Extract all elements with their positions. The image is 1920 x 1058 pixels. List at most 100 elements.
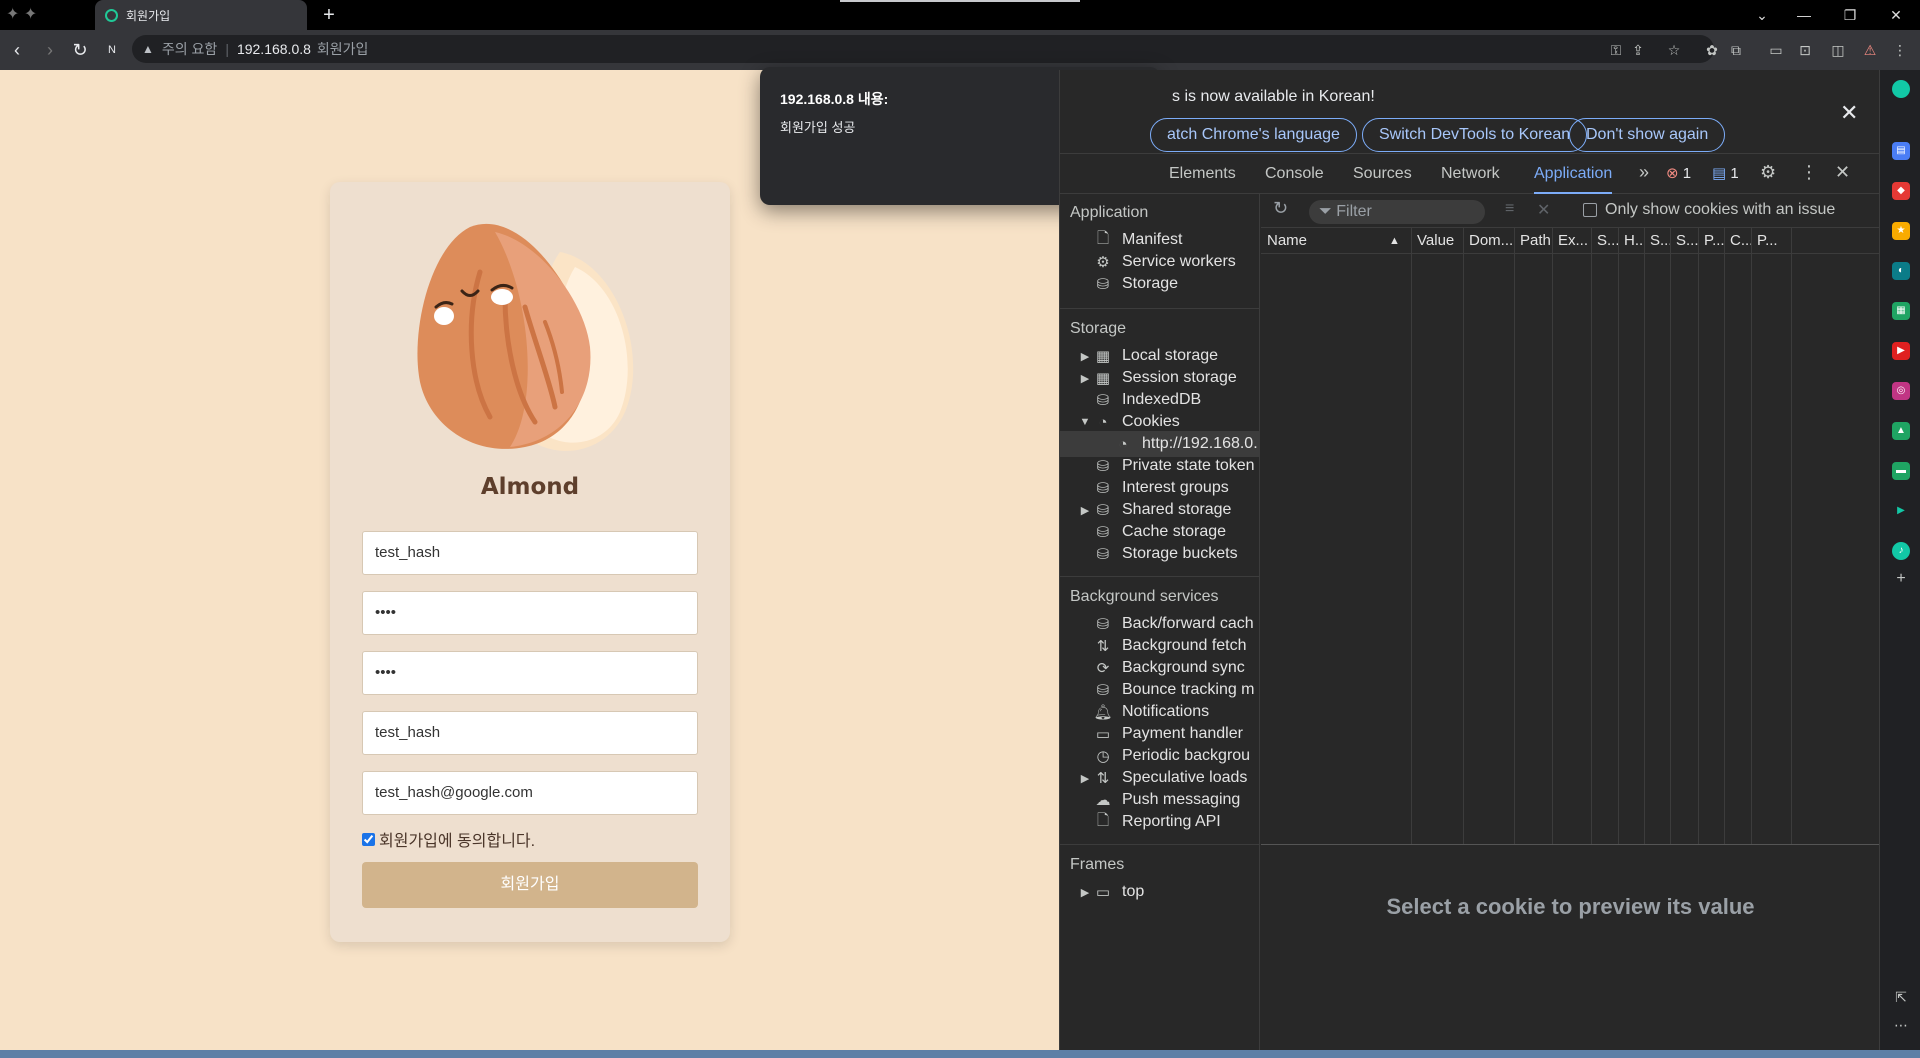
agree-row[interactable]: 회원가입에 동의합니다. [362,827,535,851]
screenshot-icon[interactable]: ⊡ [1795,40,1815,60]
column-httponly[interactable]: H.. [1618,228,1644,254]
storage-heading: Storage [1070,320,1127,337]
signup-button[interactable]: 회원가입 [362,862,698,908]
sidebar-item-frame-top[interactable]: ▶ ▭ top [1060,879,1259,905]
column-cross-site[interactable]: C... [1724,228,1751,254]
dont-show-button[interactable]: Don't show again [1569,118,1726,152]
assistant-icon[interactable] [1892,80,1910,98]
nickname-input[interactable]: test_hash [362,711,698,755]
chat-app-icon[interactable]: ▦ [1892,302,1910,320]
password-confirm-input[interactable]: •••• [362,651,698,695]
youtube-icon[interactable]: ▶ [1892,342,1910,360]
agree-checkbox[interactable] [362,832,375,846]
reader-icon[interactable]: N [100,38,124,62]
column-path[interactable]: Path [1514,228,1552,254]
sidebar-item-reporting-api[interactable]: 🗋 Reporting API [1060,809,1259,835]
external-link-icon[interactable]: ⇱ [1892,988,1910,1006]
message-badge[interactable]: ▤ 1 [1712,164,1739,182]
username-input[interactable]: test_hash [362,531,698,575]
sidebar-item-storage[interactable]: ⛁ Storage [1060,271,1259,297]
media-icon[interactable]: ▭ [1766,40,1786,60]
expand-arrow-icon[interactable]: ▶ [1078,504,1092,517]
play-icon[interactable]: ▶ [1892,502,1910,520]
settings-gear-icon[interactable]: ⚙ [1760,162,1776,183]
forward-icon[interactable]: › [38,38,62,62]
sidebar-item-storage-buckets[interactable]: ⛁ Storage buckets [1060,541,1259,567]
star-app-icon[interactable]: ★ [1892,222,1910,240]
edge-app-icon[interactable]: ◐ [1892,262,1910,280]
filter-placeholder: Filter [1336,203,1372,220]
music-icon[interactable]: ♪ [1892,542,1910,560]
tab-console[interactable]: Console [1265,154,1324,194]
database-icon: ⛁ [1096,392,1110,409]
column-domain[interactable]: Dom... [1463,228,1514,254]
collapse-arrow-icon[interactable]: ▼ [1078,416,1092,428]
column-name[interactable]: Name ▲ [1261,228,1411,254]
address-bar[interactable]: ▲ 주의 요함 | 192.168.0.8 회원가입 [132,35,1714,63]
puzzle-icon[interactable]: ⧉ [1726,40,1746,60]
tab-application[interactable]: Application [1534,154,1613,194]
grid-preview-splitter[interactable] [1261,844,1880,845]
column-expires[interactable]: Ex... [1552,228,1591,254]
devtools-close-icon[interactable]: ✕ [1835,162,1850,183]
tab-search-icon[interactable]: ⌄ [1744,4,1780,26]
infobar-message: s is now available in Korean! [1172,88,1375,105]
sidepanel-icon[interactable]: ◫ [1828,40,1848,60]
sidebar-label: Push messaging [1122,791,1241,808]
cookie-icon: ◔ [1098,413,1108,431]
switch-korean-button[interactable]: Switch DevTools to Korean [1362,118,1588,152]
blog-icon[interactable]: ▤ [1892,142,1910,160]
column-size[interactable]: S... [1591,228,1618,254]
pocket-icon[interactable]: ◆ [1892,182,1910,200]
key-icon[interactable]: ⚿ [1606,40,1626,60]
new-tab-button[interactable]: + [317,3,341,27]
expand-arrow-icon[interactable]: ▶ [1078,772,1092,785]
column-priority[interactable]: P... [1751,228,1791,254]
extension-icon[interactable]: ✿ [1702,40,1722,60]
add-app-icon[interactable]: + [1892,570,1910,588]
tab-signup[interactable]: 회원가입 [95,0,307,30]
refresh-icon[interactable]: ↻ [1273,198,1288,219]
column-samesite[interactable]: S... [1670,228,1698,254]
email-input[interactable]: test_hash@google.com [362,771,698,815]
clear-filtered-icon[interactable]: ≡ [1505,200,1514,218]
restore-button[interactable]: ❐ [1832,4,1868,26]
wallet-app-icon[interactable]: ▬ [1892,462,1910,480]
only-issue-checkbox[interactable]: Only show cookies with an issue [1583,201,1835,219]
share-icon[interactable]: ⇪ [1628,40,1648,60]
expand-arrow-icon[interactable]: ▶ [1078,886,1092,899]
checkbox-box[interactable] [1583,203,1597,217]
alert-icon[interactable]: ⚠ [1860,40,1880,60]
back-icon[interactable]: ‹ [5,38,29,62]
sidebar-divider [1060,308,1259,309]
expand-arrow-icon[interactable]: ▶ [1078,350,1092,363]
more-icon[interactable]: ⋯ [1892,1016,1910,1034]
column-partition-key[interactable]: P... [1698,228,1724,254]
clock-icon: ◷ [1096,748,1110,765]
more-tabs-icon[interactable]: » [1639,162,1649,183]
tab-network[interactable]: Network [1441,154,1500,194]
tab-elements[interactable]: Elements [1169,154,1236,194]
reload-icon[interactable]: ↻ [68,38,92,62]
close-window-button[interactable]: ✕ [1878,4,1914,26]
tab-sources[interactable]: Sources [1353,154,1412,194]
sidebar-label: Bounce tracking m [1122,681,1255,698]
bookmark-star-icon[interactable]: ☆ [1664,40,1684,60]
menu-icon[interactable]: ⋮ [1890,40,1910,60]
infobar-close-icon[interactable]: ✕ [1840,100,1858,126]
instagram-icon[interactable]: ◎ [1892,382,1910,400]
expand-arrow-icon[interactable]: ▶ [1078,372,1092,385]
minimize-button[interactable]: — [1786,4,1822,26]
match-language-button[interactable]: atch Chrome's language [1150,118,1357,152]
chart-app-icon[interactable]: ▲ [1892,422,1910,440]
delete-selected-icon[interactable]: ✕ [1537,200,1550,220]
column-secure[interactable]: S... [1644,228,1670,254]
password-input[interactable]: •••• [362,591,698,635]
cookie-filter-input[interactable]: ⏷ Filter [1309,200,1485,224]
error-badge[interactable]: ⊗ 1 [1666,164,1691,182]
column-value[interactable]: Value [1411,228,1462,254]
warning-icon[interactable]: ▲ [142,42,154,56]
kebab-menu-icon[interactable]: ⋮ [1800,162,1818,183]
file-icon: 🗋 [1096,811,1110,829]
security-warning[interactable]: 주의 요함 [162,39,217,59]
